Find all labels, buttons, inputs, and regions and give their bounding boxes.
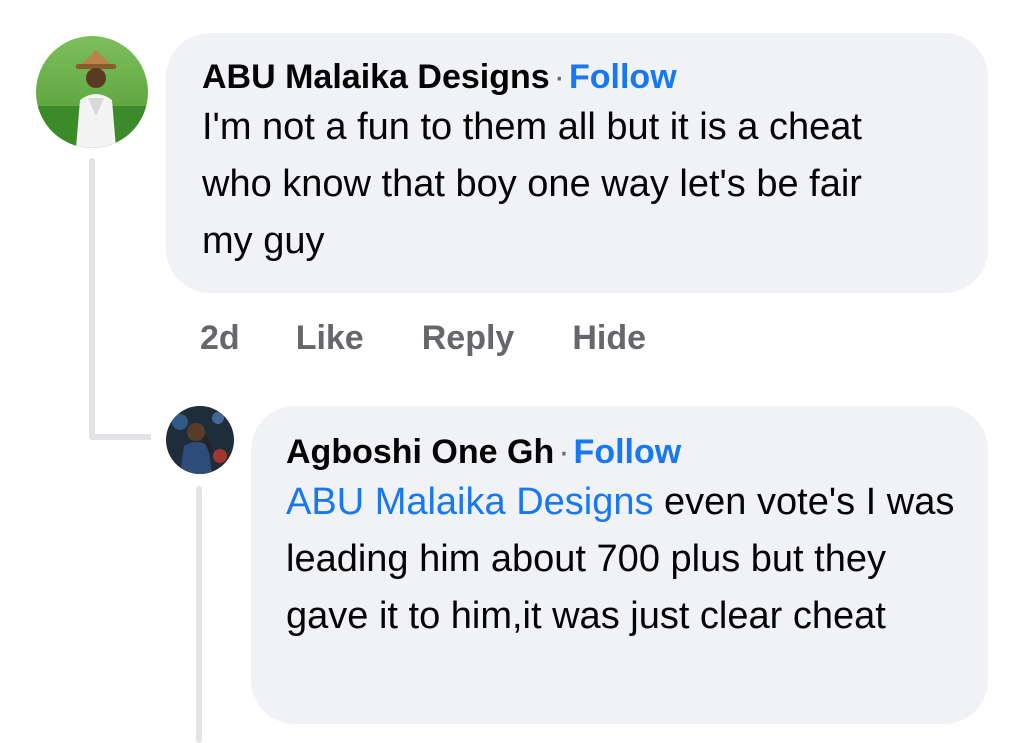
- reply-text: ABU Malaika Designs even vote's I was le…: [286, 474, 958, 645]
- comment-author-name[interactable]: ABU Malaika Designs: [202, 58, 550, 96]
- hide-button[interactable]: Hide: [572, 319, 646, 358]
- avatar-photo: [36, 36, 148, 148]
- comment-author-avatar[interactable]: [36, 36, 148, 148]
- like-button[interactable]: Like: [296, 319, 364, 358]
- reply-header: Agboshi One Gh · Follow: [286, 432, 958, 472]
- separator-dot: ·: [558, 433, 570, 471]
- follow-button[interactable]: Follow: [569, 58, 677, 96]
- thread-line-elbow: [89, 434, 151, 440]
- reply-bubble: Agboshi One Gh · Follow ABU Malaika Design…: [251, 406, 988, 724]
- avatar-photo: [166, 406, 234, 474]
- reply-author-name[interactable]: Agboshi One Gh: [286, 433, 554, 471]
- reply-author-avatar[interactable]: [166, 406, 234, 474]
- follow-button[interactable]: Follow: [574, 433, 682, 471]
- reply-button[interactable]: Reply: [422, 319, 515, 358]
- comment-timestamp[interactable]: 2d: [200, 319, 240, 358]
- mention-link[interactable]: ABU Malaika Designs: [286, 481, 653, 523]
- comment-bubble: ABU Malaika Designs · Follow I'm not a fun…: [166, 33, 988, 293]
- comment-header: ABU Malaika Designs · Follow: [202, 57, 956, 97]
- reply-thread-line: [196, 486, 202, 743]
- comment-text: I'm not a fun to them all but it is a ch…: [202, 106, 862, 262]
- thread-line-vertical: [89, 158, 95, 440]
- comment-actions: 2d Like Reply Hide: [200, 316, 646, 360]
- separator-dot: ·: [553, 58, 565, 96]
